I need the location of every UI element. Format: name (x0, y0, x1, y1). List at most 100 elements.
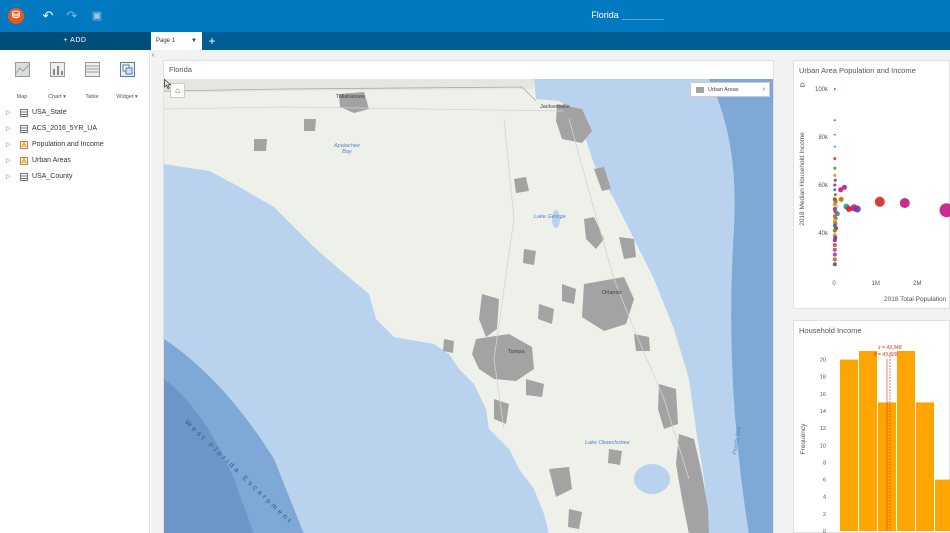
scatter-point (833, 183, 837, 187)
table-tool-button[interactable]: Table (79, 62, 105, 100)
map-legend[interactable]: Urban Areas › (690, 82, 770, 97)
layer-icon (20, 141, 28, 149)
legend-label: Urban Areas (708, 87, 739, 93)
data-pane: Map Chart ▾ Table Widget ▾ ▷ USA_State ▷… (0, 50, 150, 533)
cursor-icon (164, 79, 172, 89)
scatter-point (939, 203, 950, 218)
top-bar: ⛁ ↶ ↷ ▣ Florida (0, 0, 950, 32)
scatter-point (899, 198, 910, 208)
lake-okeechobee (634, 464, 670, 494)
undo-icon[interactable]: ↶ (40, 8, 56, 24)
y-tick-label: 100k (815, 87, 829, 93)
x-tick-label: 0 (832, 281, 836, 287)
x-tick-label: 2M (913, 281, 921, 287)
histogram-bar (897, 351, 915, 531)
page-tab-label: Page 1 (156, 38, 176, 44)
scatter-point (874, 196, 885, 207)
tab-page-1[interactable]: Page 1 ▼ (151, 32, 202, 50)
dataset-item-usa-county[interactable]: ▷ USA_County (6, 169, 146, 185)
collapse-panel-icon[interactable]: ‹ (152, 52, 160, 60)
scatter-point (832, 247, 837, 252)
table-icon (20, 125, 28, 133)
histogram-bar (840, 359, 858, 531)
expand-icon[interactable]: ▷ (6, 153, 12, 169)
scatter-chart-card[interactable]: Urban Area Population and Income ⌂ 40k 60k… (793, 60, 950, 309)
scatter-chart-title: Urban Area Population and Income (799, 66, 916, 75)
table-icon (84, 62, 100, 77)
map-icon (14, 62, 30, 77)
expand-icon[interactable]: ▷ (6, 137, 12, 153)
expand-icon[interactable]: ▷ (6, 121, 12, 137)
expand-icon[interactable]: ▷ (6, 105, 12, 121)
map-view[interactable]: ⌂ Urban Areas › Tallahassee Jacksonville… (164, 79, 773, 533)
table-icon (20, 173, 28, 181)
scatter-point (841, 184, 847, 190)
y-tick-label: 0 (823, 529, 826, 533)
map-tool-button[interactable]: Map (9, 62, 35, 100)
y-tick-label: 8 (823, 460, 826, 466)
map-label-jacksonville: Jacksonville (540, 104, 570, 110)
y-tick-label: 10 (820, 443, 826, 449)
chevron-right-icon[interactable]: › (763, 83, 765, 97)
add-data-button[interactable]: + ADD (0, 32, 150, 50)
histogram-chart[interactable]: 0 2 4 6 8 10 12 14 16 18 20 Frequency x̄ = 43,348x̃ … (794, 339, 950, 533)
dataset-label: Population and Income (32, 141, 104, 148)
mean-label: x̄ = 43,348 (877, 345, 902, 351)
scatter-point (833, 145, 836, 148)
scatter-point (832, 252, 837, 257)
y-tick-label: 16 (820, 392, 826, 398)
histogram-bar (935, 479, 950, 531)
scatter-point (832, 238, 837, 243)
scatter-chart[interactable]: ⌂ 40k 60k 80k 100k 0 1M 2M 2018 Total Population… (794, 79, 950, 310)
y-tick-label: 14 (820, 409, 826, 415)
y-tick-label: 20 (820, 358, 826, 364)
app-window: ⛁ ↶ ↷ ▣ Florida + ADD Page 1 ▼ + Map Cha… (0, 0, 950, 533)
scatter-point (833, 193, 837, 197)
scatter-point (833, 119, 836, 122)
scatter-point (832, 262, 837, 267)
histogram-card[interactable]: Household Income 0 2 4 6 8 10 12 14 16 18 20 Freque… (793, 320, 950, 533)
dataset-item-urban-areas[interactable]: ▷ Urban Areas (6, 153, 146, 169)
y-axis-label: 2018 Median Household Income (799, 132, 806, 226)
map-label-tampa: Tampa (508, 349, 525, 355)
expand-icon[interactable]: ▷ (6, 169, 12, 185)
scatter-point (832, 228, 837, 233)
y-axis-label: Frequency (800, 423, 807, 454)
x-tick-label: 1M (871, 281, 879, 287)
scatter-point (833, 173, 837, 177)
y-tick-label: 12 (820, 426, 826, 432)
y-tick-label: 2 (823, 512, 826, 518)
y-tick-label: 18 (820, 375, 826, 381)
map-label-lake-george: Lake George (534, 214, 566, 220)
widget-tool-label: Widget ▾ (116, 94, 138, 100)
y-tick-label: 40k (818, 231, 829, 237)
home-icon[interactable]: ⌂ (170, 83, 185, 98)
basemap (164, 79, 773, 533)
add-page-button[interactable]: + (203, 32, 221, 50)
chart-tool-button[interactable]: Chart ▾ (44, 62, 70, 100)
dataset-label: Urban Areas (32, 157, 71, 164)
y-tick-label: 80k (818, 135, 829, 141)
widget-tool-button[interactable]: Widget ▾ (114, 62, 140, 100)
map-card[interactable]: Florida ⌂ Urban Areas › Tallahassee Jack… (163, 60, 774, 533)
save-icon[interactable]: ▣ (89, 8, 105, 24)
scatter-point (833, 133, 836, 136)
title-underline (622, 19, 664, 20)
widget-icon (119, 62, 135, 77)
scatter-point (832, 243, 837, 247)
redo-icon[interactable]: ↷ (64, 8, 80, 24)
dataset-label: ACS_2016_5YR_UA (32, 125, 97, 132)
app-logo-icon[interactable]: ⛁ (8, 8, 24, 24)
x-axis-label: 2018 Total Population (884, 296, 947, 303)
map-label-tallahassee: Tallahassee (336, 94, 366, 100)
dataset-list: ▷ USA_State ▷ ACS_2016_5YR_UA ▷ Populati… (6, 105, 146, 185)
home-icon: ⌂ (800, 80, 805, 89)
scatter-point (832, 257, 837, 262)
chevron-down-icon[interactable]: ▼ (191, 32, 197, 50)
layer-icon (20, 157, 28, 165)
dataset-item-usa-state[interactable]: ▷ USA_State (6, 105, 146, 121)
y-tick-label: 4 (823, 495, 826, 501)
dataset-item-acs[interactable]: ▷ ACS_2016_5YR_UA (6, 121, 146, 137)
map-label-orlando: Orlando (602, 290, 622, 296)
dataset-item-population-income[interactable]: ▷ Population and Income (6, 137, 146, 153)
